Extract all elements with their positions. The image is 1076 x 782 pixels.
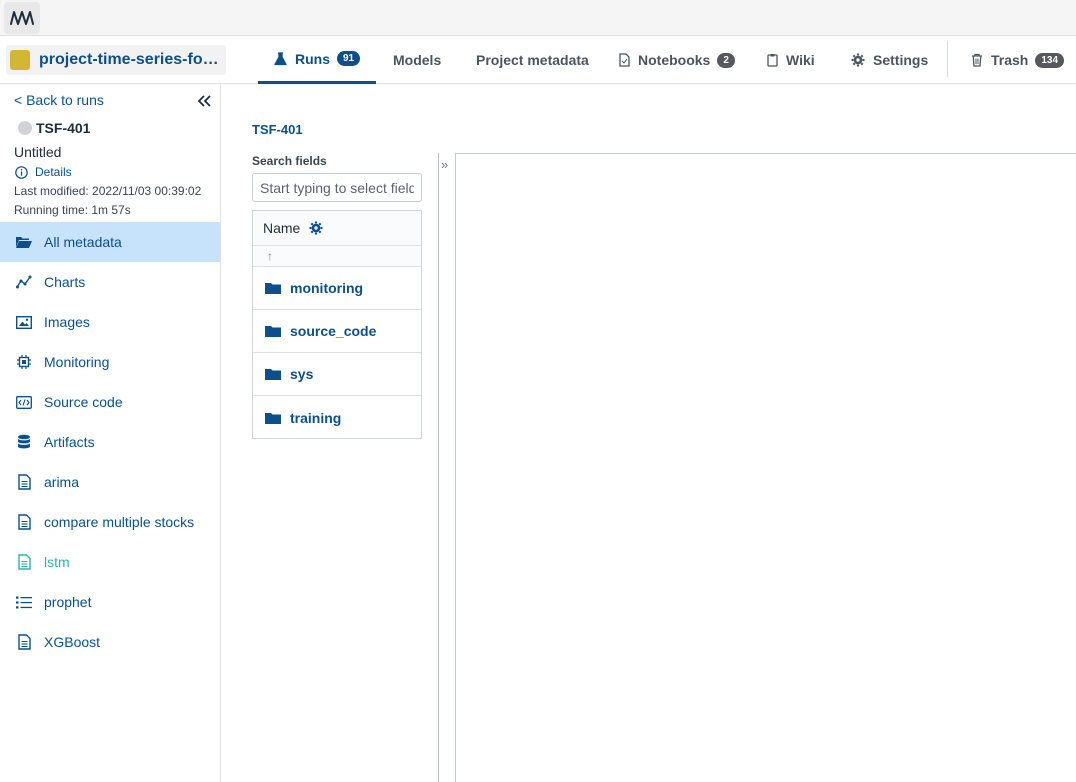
- tab-notebooks-label: Notebooks: [638, 52, 711, 68]
- tree-up-level[interactable]: ↑: [253, 246, 421, 267]
- cpu-icon: [15, 353, 33, 371]
- run-title: Untitled: [14, 144, 62, 160]
- tree-row-source-code[interactable]: source_code: [253, 310, 421, 353]
- document-icon: [15, 633, 33, 651]
- sidebar-nav: All metadata Charts Images Monitoring So…: [0, 222, 220, 662]
- tree-header-label: Name: [263, 220, 301, 236]
- sidebar-item-compare-multiple-stocks[interactable]: compare multiple stocks: [0, 502, 220, 542]
- flask-icon: [274, 51, 287, 66]
- tree-row-monitoring[interactable]: monitoring: [253, 267, 421, 310]
- tab-settings[interactable]: Settings: [851, 36, 928, 84]
- folder-label: training: [290, 409, 342, 426]
- sidebar-item-label: compare multiple stocks: [44, 514, 195, 530]
- notebooks-count-badge: 2: [717, 52, 735, 68]
- database-icon: [15, 433, 33, 451]
- runs-count-badge: 91: [337, 51, 361, 66]
- sidebar-item-source-code[interactable]: Source code: [0, 382, 220, 422]
- tree-header: Name: [253, 211, 421, 246]
- folder-icon: [265, 412, 281, 424]
- gear-icon: [851, 53, 865, 67]
- clipboard-icon: [767, 53, 778, 67]
- document-icon: [15, 513, 33, 531]
- folder-icon: [265, 325, 281, 337]
- folder-icon: [265, 282, 281, 294]
- tab-models[interactable]: Models: [393, 36, 441, 84]
- sidebar-item-label: Charts: [44, 274, 86, 290]
- tab-trash-label: Trash: [991, 52, 1029, 68]
- search-fields-label: Search fields: [252, 154, 327, 168]
- details-label: Details: [35, 165, 72, 179]
- notebook-icon: [619, 53, 630, 67]
- sidebar-item-arima[interactable]: arima: [0, 462, 220, 502]
- sidebar-item-xgboost[interactable]: XGBoost: [0, 622, 220, 662]
- tab-runs[interactable]: Runs 91: [258, 36, 377, 84]
- panel-splitter[interactable]: [438, 153, 439, 782]
- field-viewer-panel: [455, 153, 1076, 782]
- tab-models-label: Models: [393, 52, 442, 68]
- image-icon: [15, 313, 33, 331]
- tree-row-training[interactable]: training: [253, 396, 421, 439]
- folder-label: sys: [290, 366, 314, 382]
- neptune-logo-icon[interactable]: [4, 2, 40, 34]
- expand-panel-icon[interactable]: »: [441, 157, 448, 172]
- running-time-text: Running time: 1m 57s: [14, 203, 131, 217]
- tab-runs-label: Runs: [295, 50, 330, 67]
- sidebar-item-label: arima: [44, 474, 80, 490]
- sidebar-item-all-metadata[interactable]: All metadata: [0, 222, 220, 262]
- tab-project-metadata[interactable]: Project metadata: [476, 36, 589, 84]
- folder-icon: [265, 368, 281, 380]
- sidebar-item-monitoring[interactable]: Monitoring: [0, 342, 220, 382]
- tab-wiki-label: Wiki: [786, 52, 815, 68]
- project-header: project-time-series-forecasting Runs 91 …: [0, 36, 1076, 84]
- folder-label: source_code: [290, 323, 377, 339]
- info-icon: [15, 165, 28, 179]
- top-bar: [0, 0, 1076, 36]
- project-name: project-time-series-forecasting: [39, 51, 221, 68]
- code-icon: [15, 393, 33, 411]
- back-to-runs-link[interactable]: < Back to runs: [14, 92, 104, 108]
- run-sidebar: < Back to runs TSF-401 Untitled Details …: [0, 85, 221, 782]
- tab-project-metadata-label: Project metadata: [476, 52, 589, 68]
- sidebar-item-label: Source code: [44, 394, 123, 410]
- trash-icon: [971, 53, 983, 67]
- sidebar-item-lstm[interactable]: lstm: [0, 542, 220, 582]
- sidebar-item-label: XGBoost: [44, 634, 101, 650]
- project-selector[interactable]: project-time-series-forecasting: [6, 45, 226, 75]
- sidebar-item-label: Monitoring: [44, 354, 110, 370]
- trash-count-badge: 134: [1035, 52, 1065, 68]
- tab-trash[interactable]: Trash 134: [971, 36, 1065, 84]
- sidebar-item-label: Images: [44, 314, 90, 330]
- folder-open-icon: [15, 233, 33, 251]
- tab-notebooks[interactable]: Notebooks 2: [619, 36, 735, 84]
- sidebar-item-label: All metadata: [44, 234, 122, 250]
- gear-icon[interactable]: [309, 221, 323, 235]
- sidebar-item-charts[interactable]: Charts: [0, 262, 220, 302]
- run-status-dot: [18, 121, 32, 135]
- last-modified-text: Last modified: 2022/11/03 00:39:02: [14, 184, 202, 198]
- main-content: TSF-401 Search fields Name ↑ monitoring …: [222, 85, 1076, 782]
- sidebar-item-label: prophet: [44, 594, 92, 610]
- sidebar-item-images[interactable]: Images: [0, 302, 220, 342]
- line-chart-icon: [15, 273, 33, 291]
- details-link[interactable]: Details: [15, 165, 72, 179]
- sidebar-item-artifacts[interactable]: Artifacts: [0, 422, 220, 462]
- document-icon: [15, 473, 33, 491]
- sidebar-item-label: Artifacts: [44, 434, 95, 450]
- tab-wiki[interactable]: Wiki: [767, 36, 815, 84]
- breadcrumb[interactable]: TSF-401: [252, 122, 303, 137]
- document-icon: [15, 553, 33, 571]
- tab-settings-label: Settings: [873, 52, 929, 68]
- search-fields-input[interactable]: [252, 173, 422, 202]
- header-divider: [947, 41, 948, 77]
- tree-row-sys[interactable]: sys: [253, 353, 421, 396]
- level-up-icon: ↑: [267, 249, 273, 263]
- collapse-sidebar-icon[interactable]: [196, 93, 212, 109]
- project-color-swatch: [10, 50, 30, 70]
- run-id: TSF-401: [36, 120, 91, 136]
- folder-label: monitoring: [290, 280, 364, 296]
- field-tree: Name ↑ monitoring source_code sys traini…: [252, 210, 422, 439]
- sidebar-item-prophet[interactable]: prophet: [0, 582, 220, 622]
- sidebar-item-label: lstm: [44, 554, 70, 570]
- list-icon: [15, 593, 33, 611]
